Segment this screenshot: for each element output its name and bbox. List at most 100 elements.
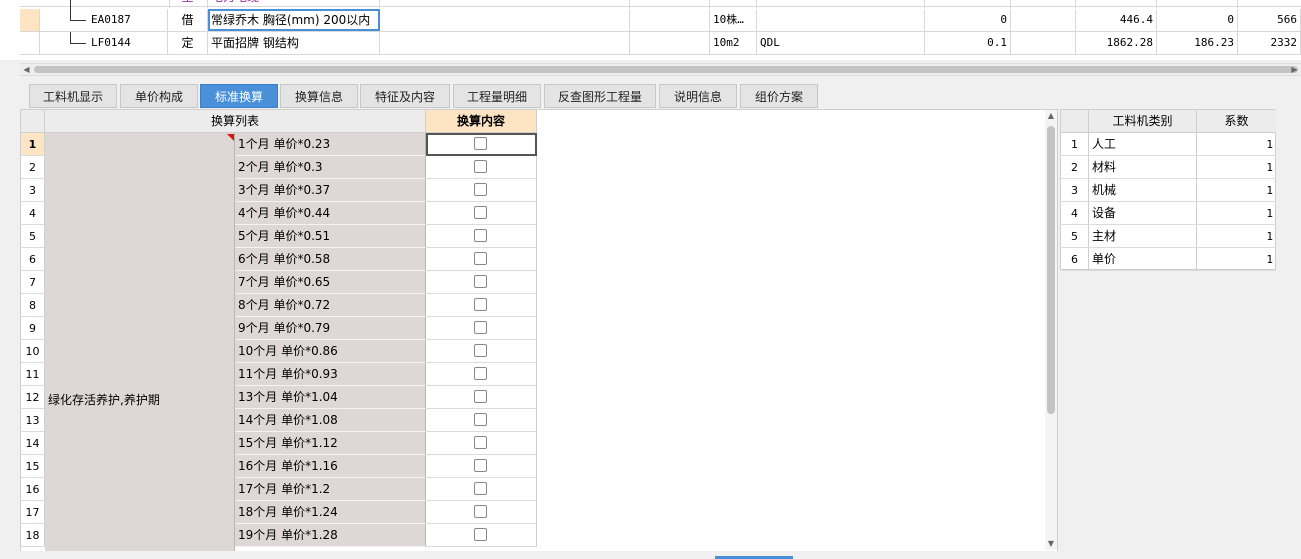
row-number[interactable]: 1 bbox=[21, 133, 45, 156]
row-number[interactable]: 4 bbox=[1061, 202, 1089, 225]
tab-labor-material-machine[interactable]: 工料机显示 bbox=[29, 84, 117, 108]
row-number[interactable]: 5 bbox=[21, 225, 45, 248]
coefficient-value[interactable]: 1 bbox=[1197, 133, 1276, 156]
conversion-checkbox[interactable] bbox=[474, 344, 487, 357]
row-number[interactable]: 2 bbox=[1061, 156, 1089, 179]
conversion-checkbox[interactable] bbox=[474, 482, 487, 495]
conversion-checkbox[interactable] bbox=[474, 390, 487, 403]
row-number[interactable]: 4 bbox=[21, 202, 45, 225]
coefficient-value[interactable]: 1 bbox=[1197, 156, 1276, 179]
header-coefficient: 系数 bbox=[1197, 110, 1276, 133]
conversion-checkbox-cell[interactable] bbox=[426, 179, 537, 202]
row-number[interactable]: 2 bbox=[21, 156, 45, 179]
conversion-checkbox-cell[interactable] bbox=[426, 317, 537, 340]
conversion-checkbox-cell[interactable] bbox=[426, 340, 537, 363]
tab-conversion-info[interactable]: 换算信息 bbox=[280, 84, 358, 108]
tab-pricing-scheme[interactable]: 组价方案 bbox=[740, 84, 818, 108]
row-unit: 10株… bbox=[710, 9, 757, 31]
conversion-checkbox-cell[interactable] bbox=[426, 432, 537, 455]
conversion-checkbox[interactable] bbox=[474, 321, 487, 334]
row-number[interactable]: 10 bbox=[21, 340, 45, 363]
row-number[interactable]: 9 bbox=[21, 317, 45, 340]
conversion-checkbox-cell[interactable] bbox=[426, 133, 537, 156]
tab-standard-conversion[interactable]: 标准换算 bbox=[200, 84, 278, 108]
row-amount: 0 bbox=[1157, 0, 1238, 8]
conversion-checkbox-cell[interactable] bbox=[426, 455, 537, 478]
row-name[interactable]: 常绿乔木 胸径(mm) 200以内 bbox=[208, 9, 380, 31]
row-number[interactable]: 15 bbox=[21, 455, 45, 478]
row-number[interactable]: 3 bbox=[1061, 179, 1089, 202]
conversion-checkbox-cell[interactable] bbox=[426, 386, 537, 409]
conversion-checkbox[interactable] bbox=[474, 505, 487, 518]
conversion-checkbox[interactable] bbox=[474, 275, 487, 288]
tab-description-info[interactable]: 说明信息 bbox=[659, 84, 737, 108]
conversion-checkbox[interactable] bbox=[474, 459, 487, 472]
row-number[interactable]: 8 bbox=[21, 294, 45, 317]
conversion-checkbox-cell[interactable] bbox=[426, 524, 537, 547]
row-number[interactable]: 5 bbox=[1061, 225, 1089, 248]
conversion-checkbox-cell[interactable] bbox=[426, 156, 537, 179]
conversion-checkbox-cell[interactable] bbox=[426, 202, 537, 225]
conversion-checkbox-cell[interactable] bbox=[426, 271, 537, 294]
row-header-selected[interactable] bbox=[20, 9, 40, 31]
row-number[interactable]: 13 bbox=[21, 409, 45, 432]
conversion-checkbox[interactable] bbox=[474, 252, 487, 265]
scroll-thumb[interactable] bbox=[1047, 126, 1055, 414]
row-number[interactable]: 14 bbox=[21, 432, 45, 455]
tab-reverse-graphic-quantity[interactable]: 反查图形工程量 bbox=[544, 84, 656, 108]
conversion-checkbox[interactable] bbox=[474, 160, 487, 173]
table-row[interactable]: EA0187 借 常绿乔木 胸径(mm) 200以内 10株… 0 446.4 … bbox=[20, 0, 1301, 32]
row-number[interactable]: 16 bbox=[21, 478, 45, 501]
coefficient-value[interactable]: 1 bbox=[1197, 248, 1276, 271]
row-extra bbox=[380, 9, 630, 31]
conversion-checkbox[interactable] bbox=[474, 137, 487, 150]
conversion-checkbox[interactable] bbox=[474, 183, 487, 196]
row-header[interactable] bbox=[20, 32, 40, 54]
table-row-partial[interactable]: ZC1000000 主 电力电缆 m 0 0 0 bbox=[20, 0, 1301, 8]
conversion-group-label: 绿化存活养护,养护期 bbox=[48, 393, 160, 407]
conversion-checkbox[interactable] bbox=[474, 528, 487, 541]
row-number[interactable]: 11 bbox=[21, 363, 45, 386]
row-blank bbox=[630, 32, 710, 54]
conversion-option: 9个月 单价*0.79 bbox=[235, 317, 426, 340]
row-number[interactable]: 7 bbox=[21, 271, 45, 294]
table-row[interactable]: LF0144 定 平面招牌 钢结构 10m2 QDL 0.1 1862.28 1… bbox=[20, 32, 1301, 55]
scroll-right-icon[interactable]: ▶ bbox=[1288, 64, 1301, 75]
conversion-checkbox[interactable] bbox=[474, 367, 487, 380]
coefficient-value[interactable]: 1 bbox=[1197, 225, 1276, 248]
row-name[interactable]: 平面招牌 钢结构 bbox=[208, 32, 380, 54]
conversion-checkbox-cell[interactable] bbox=[426, 409, 537, 432]
scroll-left-icon[interactable]: ◀ bbox=[20, 64, 33, 75]
scroll-thumb[interactable] bbox=[34, 66, 1298, 73]
row-number[interactable]: 17 bbox=[21, 501, 45, 524]
row-number[interactable]: 6 bbox=[21, 248, 45, 271]
row-number[interactable]: 6 bbox=[1061, 248, 1089, 271]
conversion-checkbox[interactable] bbox=[474, 229, 487, 242]
conversion-checkbox[interactable] bbox=[474, 413, 487, 426]
vertical-scrollbar[interactable]: ▲ ▼ bbox=[1045, 110, 1057, 550]
conversion-checkbox[interactable] bbox=[474, 206, 487, 219]
scroll-down-icon[interactable]: ▼ bbox=[1045, 538, 1057, 550]
conversion-checkbox-cell[interactable] bbox=[426, 478, 537, 501]
row-number[interactable]: 1 bbox=[1061, 133, 1089, 156]
tab-features-content[interactable]: 特征及内容 bbox=[360, 84, 450, 108]
conversion-checkbox-cell[interactable] bbox=[426, 225, 537, 248]
scroll-up-icon[interactable]: ▲ bbox=[1045, 110, 1057, 122]
row-number[interactable]: 3 bbox=[21, 179, 45, 202]
row-blank2 bbox=[1011, 32, 1076, 54]
conversion-checkbox[interactable] bbox=[474, 298, 487, 311]
coefficient-value[interactable]: 1 bbox=[1197, 179, 1276, 202]
tab-quantity-detail[interactable]: 工程量明细 bbox=[453, 84, 541, 108]
tab-unit-price-composition[interactable]: 单价构成 bbox=[120, 84, 198, 108]
conversion-checkbox-cell[interactable] bbox=[426, 248, 537, 271]
conversion-checkbox-cell[interactable] bbox=[426, 294, 537, 317]
conversion-checkbox-cell[interactable] bbox=[426, 501, 537, 524]
coefficient-value[interactable]: 1 bbox=[1197, 202, 1276, 225]
row-blank2 bbox=[1011, 9, 1076, 31]
conversion-checkbox[interactable] bbox=[474, 436, 487, 449]
horizontal-scrollbar[interactable]: ◀ ▶ bbox=[20, 63, 1301, 76]
row-number[interactable]: 18 bbox=[21, 524, 45, 547]
tree-branch bbox=[70, 43, 86, 44]
row-number[interactable]: 12 bbox=[21, 386, 45, 409]
conversion-checkbox-cell[interactable] bbox=[426, 363, 537, 386]
